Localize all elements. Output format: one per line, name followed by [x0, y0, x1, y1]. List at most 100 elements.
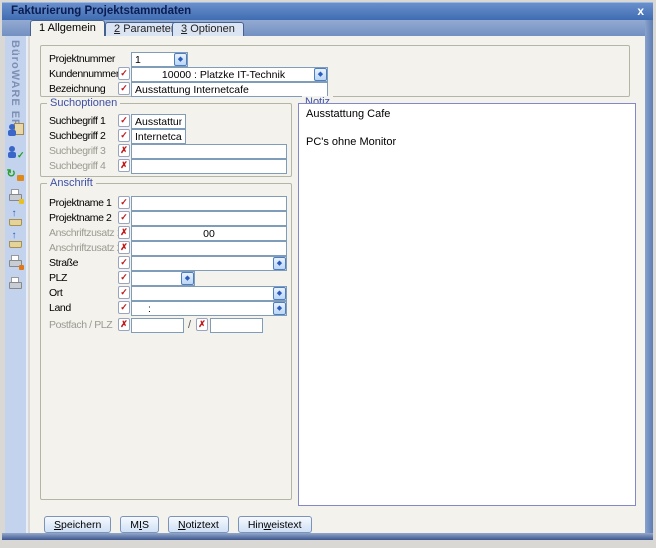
window-title: Fakturierung Projektstammdaten [11, 5, 191, 17]
projektname-1-input[interactable] [131, 196, 287, 211]
strasse-label: Straße [49, 257, 78, 269]
projektname-1-row: Projektname 1 ✓ [41, 196, 291, 211]
speichern-button[interactable]: Speichern [44, 516, 111, 533]
check-icon[interactable]: ✓ [118, 301, 130, 314]
general-group: Projektnummer ◆ Kundennummer ✓ ◆ Bezeich… [40, 45, 630, 97]
plz-field: ◆ [131, 271, 195, 286]
person-card-icon[interactable] [8, 122, 24, 138]
anschriftzusatz-2-input[interactable] [131, 241, 287, 256]
check-icon[interactable]: ✓ [118, 82, 130, 95]
x-icon[interactable]: ✗ [118, 159, 130, 172]
suchbegriff-2-row: Suchbegriff 2 ✓ [41, 129, 291, 144]
projektnummer-field: ◆ [131, 52, 188, 67]
bezeichnung-input[interactable] [131, 82, 328, 97]
suchoptionen-group: Suchoptionen Suchbegriff 1 ✓ Suchbegriff… [40, 103, 292, 177]
strasse-input[interactable] [131, 256, 287, 271]
ort-input[interactable] [131, 286, 287, 301]
outbox-up-icon[interactable]: ↑ [8, 210, 24, 226]
printer-alert-icon[interactable] [8, 254, 24, 270]
close-icon[interactable]: x [637, 4, 644, 18]
tab-parameter-label: Parameter [123, 23, 174, 35]
app-window: Fakturierung Projektstammdaten x 1 Allge… [0, 0, 656, 548]
projektnummer-row: Projektnummer ◆ [41, 52, 629, 67]
strasse-row: Straße ✓ ◆ [41, 256, 291, 271]
bezeichnung-field [131, 82, 328, 97]
projektname-1-label: Projektname 1 [49, 197, 112, 209]
printer-gray-icon[interactable] [8, 276, 24, 292]
spinner-icon[interactable]: ◆ [181, 272, 194, 285]
x-icon[interactable]: ✗ [196, 318, 208, 331]
check-icon[interactable]: ✓ [118, 271, 130, 284]
check-icon[interactable]: ✓ [118, 286, 130, 299]
check-icon[interactable]: ✓ [118, 196, 130, 209]
tab-allgemein-num: 1 [39, 22, 45, 34]
check-icon[interactable]: ✓ [118, 129, 130, 142]
mis-button[interactable]: MIS [120, 516, 159, 533]
suchbegriff-1-input[interactable] [131, 114, 186, 129]
bezeichnung-label: Bezeichnung [49, 83, 105, 95]
hinweistext-button[interactable]: Hinweistext [238, 516, 312, 533]
refresh-home-icon[interactable]: ↻ [8, 166, 24, 182]
tab-allgemein-label: Allgemein [48, 22, 96, 34]
postfach-row: Postfach / PLZ ✗ / ✗ [41, 318, 291, 333]
spinner-icon[interactable]: ◆ [174, 53, 187, 66]
spinner-icon[interactable]: ◆ [314, 68, 327, 81]
suchbegriff-3-input[interactable] [131, 144, 287, 159]
strasse-field: ◆ [131, 256, 287, 271]
projektname-2-input[interactable] [131, 211, 287, 226]
projektname-2-row: Projektname 2 ✓ [41, 211, 291, 226]
suchbegriff-4-input[interactable] [131, 159, 287, 174]
postfach-plz-input[interactable] [210, 318, 263, 333]
ort-field: ◆ [131, 286, 287, 301]
notiz-line [306, 122, 628, 136]
kundennummer-row: Kundennummer ✓ ◆ [41, 67, 629, 82]
anschrift-legend: Anschrift [47, 177, 96, 189]
main-panel: Projektnummer ◆ Kundennummer ✓ ◆ Bezeich… [30, 36, 645, 533]
footer-button-row: Speichern MIS Notiztext Hinweistext [44, 516, 312, 533]
tab-allgemein[interactable]: 1 Allgemein [30, 20, 105, 36]
anschrift-group: Anschrift Projektname 1 ✓ Projektname 2 … [40, 183, 292, 500]
postfach-input[interactable] [131, 318, 184, 333]
anschriftzusatz-2-label: Anschriftzusatz 2 [49, 242, 122, 254]
check-icon[interactable]: ✓ [118, 67, 130, 80]
anschriftzusatz-2-row: Anschriftzusatz 2 ✗ [41, 241, 291, 256]
tab-strip: 1 Allgemein 2 Parameter 3 Optionen [2, 20, 653, 36]
x-icon[interactable]: ✗ [118, 318, 130, 331]
kundennummer-input[interactable] [131, 67, 328, 82]
projektname-2-label: Projektname 2 [49, 212, 112, 224]
notiz-line: Ausstattung Cafe [306, 108, 628, 122]
tab-optionen-label: Optionen [190, 23, 235, 35]
notiz-line: PC's ohne Monitor [306, 136, 628, 150]
outbox-up-icon-2[interactable]: ↑ [8, 232, 24, 248]
spinner-icon[interactable]: ◆ [273, 302, 286, 315]
ort-row: Ort ✓ ◆ [41, 286, 291, 301]
x-icon[interactable]: ✗ [118, 226, 130, 239]
plz-row: PLZ ✓ ◆ [41, 271, 291, 286]
bezeichnung-row: Bezeichnung ✓ [41, 82, 629, 97]
anschriftzusatz-1-label: Anschriftzusatz 1 [49, 227, 122, 239]
suchbegriff-2-input[interactable] [131, 129, 186, 144]
notiz-textarea[interactable]: Ausstattung Cafe PC's ohne Monitor [298, 103, 636, 506]
anschriftzusatz-1-input[interactable] [131, 226, 287, 241]
land-input[interactable] [131, 301, 287, 316]
tab-parameter-num: 2 [114, 23, 120, 35]
spinner-icon[interactable]: ◆ [273, 257, 286, 270]
projektnummer-label: Projektnummer [49, 53, 115, 65]
check-icon[interactable]: ✓ [118, 256, 130, 269]
spinner-icon[interactable]: ◆ [273, 287, 286, 300]
notiztext-button[interactable]: Notiztext [168, 516, 229, 533]
print-edit-icon[interactable] [8, 188, 24, 204]
check-icon[interactable]: ✓ [118, 114, 130, 127]
x-icon[interactable]: ✗ [118, 241, 130, 254]
tab-optionen-num: 3 [181, 23, 187, 35]
suchbegriff-4-row: Suchbegriff 4 ✗ [41, 159, 291, 174]
suchoptionen-legend: Suchoptionen [47, 97, 120, 109]
check-icon[interactable]: ✓ [118, 211, 130, 224]
tab-optionen[interactable]: 3 Optionen [172, 22, 244, 36]
plz-label: PLZ [49, 272, 67, 284]
x-icon[interactable]: ✗ [118, 144, 130, 157]
kundennummer-label: Kundennummer [49, 68, 119, 80]
person-check-icon[interactable]: ✓ [8, 144, 24, 160]
suchbegriff-1-label: Suchbegriff 1 [49, 115, 105, 127]
land-field: ◆ [131, 301, 287, 316]
